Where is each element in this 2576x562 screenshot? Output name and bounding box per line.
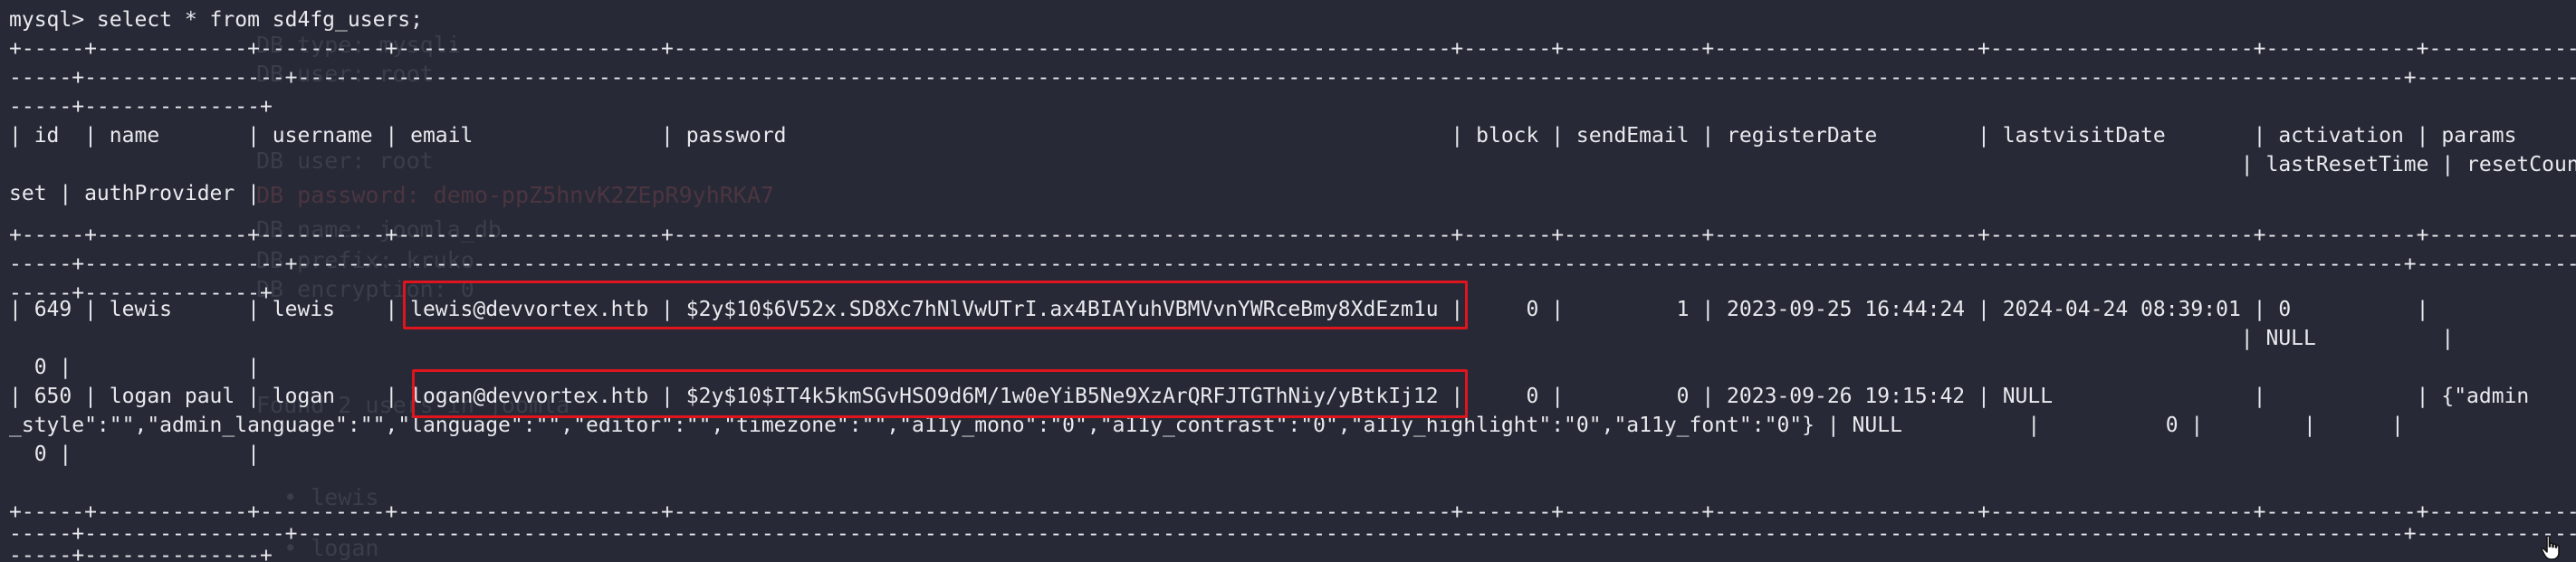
table-row-logan: _style":"","admin_language":"","language… xyxy=(9,414,2404,437)
hand-pointer-icon xyxy=(2541,535,2560,560)
table-border-line: +-----+------------+----------+---------… xyxy=(9,37,2576,61)
table-header-line: set | authProvider | xyxy=(9,182,260,205)
mysql-prompt-line: mysql> select * from sd4fg_users; xyxy=(9,8,423,32)
table-border-line: -----+----------------+-----------------… xyxy=(9,522,2576,546)
table-border-line: -----+--------------+ xyxy=(9,544,273,562)
table-border-line: +-----+------------+----------+---------… xyxy=(9,224,2576,247)
table-header-line: | id | name | username | email | passwor… xyxy=(9,124,2517,148)
table-border-line: -----+--------------+ xyxy=(9,95,273,119)
table-border-line: -----+----------------+-----------------… xyxy=(9,66,2576,90)
table-row-logan: 0 | | xyxy=(9,443,260,466)
table-row-logan: | 650 | logan paul | logan | logan@devvo… xyxy=(9,385,2530,408)
table-header-line: | lastResetTime | resetCount | otpKey | … xyxy=(2240,153,2576,176)
terminal-window[interactable]: DB type: mysqli DB user: root DB user: r… xyxy=(0,0,2576,562)
table-row-lewis: | 649 | lewis | lewis | lewis@devvortex.… xyxy=(9,298,2429,321)
table-row-lewis: 0 | | xyxy=(9,356,260,379)
ghost-line: DB password: demo-ppZ5hnvK2ZEpR9yhRKA7 xyxy=(256,182,774,208)
table-row-lewis: | NULL | 0 | | | xyxy=(9,327,2576,350)
table-border-line: -----+----------------+-----------------… xyxy=(9,252,2576,276)
